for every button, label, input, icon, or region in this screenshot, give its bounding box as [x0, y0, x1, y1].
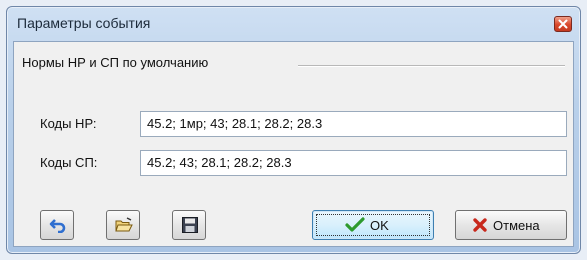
- open-button[interactable]: [106, 210, 140, 240]
- dialog-content: Нормы НР и СП по умолчанию Коды НР: 45.2…: [13, 41, 574, 247]
- group-title: Нормы НР и СП по умолчанию: [22, 55, 209, 70]
- group-divider: [298, 65, 565, 67]
- undo-button[interactable]: [40, 210, 74, 240]
- cross-icon: [473, 218, 487, 232]
- dialog-window: Параметры события Нормы НР и СП по умолч…: [6, 6, 581, 254]
- title-bar[interactable]: Параметры события: [7, 7, 580, 41]
- ok-button[interactable]: OK: [312, 210, 434, 240]
- window-title: Параметры события: [17, 15, 151, 31]
- open-folder-icon: [115, 217, 133, 232]
- close-button[interactable]: [554, 16, 572, 32]
- undo-icon: [49, 219, 66, 233]
- cancel-button[interactable]: Отмена: [455, 210, 567, 240]
- save-icon: [182, 217, 198, 233]
- nr-codes-input[interactable]: 45.2; 1мр; 43; 28.1; 28.2; 28.3: [140, 111, 567, 137]
- save-button[interactable]: [172, 210, 206, 240]
- cancel-label: Отмена: [493, 217, 540, 233]
- sp-codes-input[interactable]: 45.2; 43; 28.1; 28.2; 28.3: [140, 150, 567, 176]
- checkmark-icon: [345, 217, 365, 232]
- ok-label: OK: [370, 217, 389, 233]
- sp-codes-label: Коды СП:: [40, 155, 98, 170]
- nr-codes-label: Коды НР:: [40, 116, 97, 131]
- close-icon: [558, 19, 568, 29]
